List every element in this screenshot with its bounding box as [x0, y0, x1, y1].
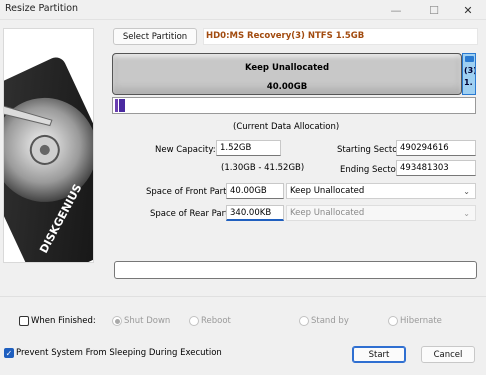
front-space-option: Keep Unallocated: [290, 186, 365, 196]
window-title: Resize Partition: [5, 3, 79, 14]
prevent-sleep-label: Prevent System From Sleeping During Exec…: [16, 348, 222, 358]
starting-sector-input[interactable]: 490294616: [396, 140, 476, 156]
rear-space-option: Keep Unallocated: [290, 208, 365, 218]
minimize-icon[interactable]: —: [378, 0, 414, 20]
when-finished-checkbox[interactable]: [19, 316, 29, 326]
close-icon[interactable]: ✕: [450, 0, 486, 20]
starting-sector-label: Starting Sector:: [337, 145, 404, 155]
partition-bar[interactable]: Keep Unallocated 40.00GB: [112, 53, 462, 95]
disk-mini-map: [112, 97, 476, 114]
ending-sector-label: Ending Sector:: [340, 165, 403, 175]
standby-label: Stand by: [311, 316, 349, 326]
standby-radio[interactable]: [299, 316, 309, 326]
capacity-range: (1.30GB - 41.52GB): [221, 163, 305, 173]
prevent-sleep-checkbox[interactable]: ✓: [4, 348, 14, 358]
rear-space-label: Space of Rear Part:: [150, 209, 232, 219]
reboot-label: Reboot: [201, 316, 231, 326]
hibernate-label: Hibernate: [400, 316, 442, 326]
rear-space-input[interactable]: 340.00KB: [226, 205, 284, 221]
hibernate-radio[interactable]: [388, 316, 398, 326]
partition-segment[interactable]: (3) 1.: [462, 53, 476, 95]
partition-name-field: HD0:MS Recovery(3) NTFS 1.5GB: [203, 28, 478, 45]
new-capacity-input[interactable]: 1.52GB: [216, 140, 281, 156]
chevron-down-icon: ⌄: [463, 209, 470, 218]
reboot-radio[interactable]: [189, 316, 199, 326]
current-allocation-label: (Current Data Allocation): [233, 122, 340, 132]
rear-space-select: Keep Unallocated ⌄: [286, 205, 476, 221]
front-space-label: Space of Front Part:: [146, 187, 230, 197]
select-partition-button[interactable]: Select Partition: [113, 28, 197, 45]
bar-label: Keep Unallocated: [244, 63, 330, 73]
maximize-icon[interactable]: ☐: [416, 0, 452, 20]
cancel-button[interactable]: Cancel: [421, 346, 475, 363]
ending-sector-input[interactable]: 493481303: [396, 160, 476, 176]
divider: [0, 296, 486, 297]
start-button[interactable]: Start: [352, 346, 406, 363]
hard-disk-illustration: DISKGENIUS: [3, 28, 94, 263]
progress-bar: [114, 261, 477, 279]
chevron-down-icon: ⌄: [463, 187, 470, 196]
shutdown-label: Shut Down: [124, 316, 171, 326]
new-capacity-label: New Capacity:: [155, 145, 216, 155]
front-space-select[interactable]: Keep Unallocated ⌄: [286, 183, 476, 199]
bar-size: 40.00GB: [266, 82, 308, 92]
when-finished-label: When Finished:: [31, 316, 96, 326]
front-space-input[interactable]: 40.00GB: [226, 183, 284, 199]
shutdown-radio[interactable]: [112, 316, 122, 326]
